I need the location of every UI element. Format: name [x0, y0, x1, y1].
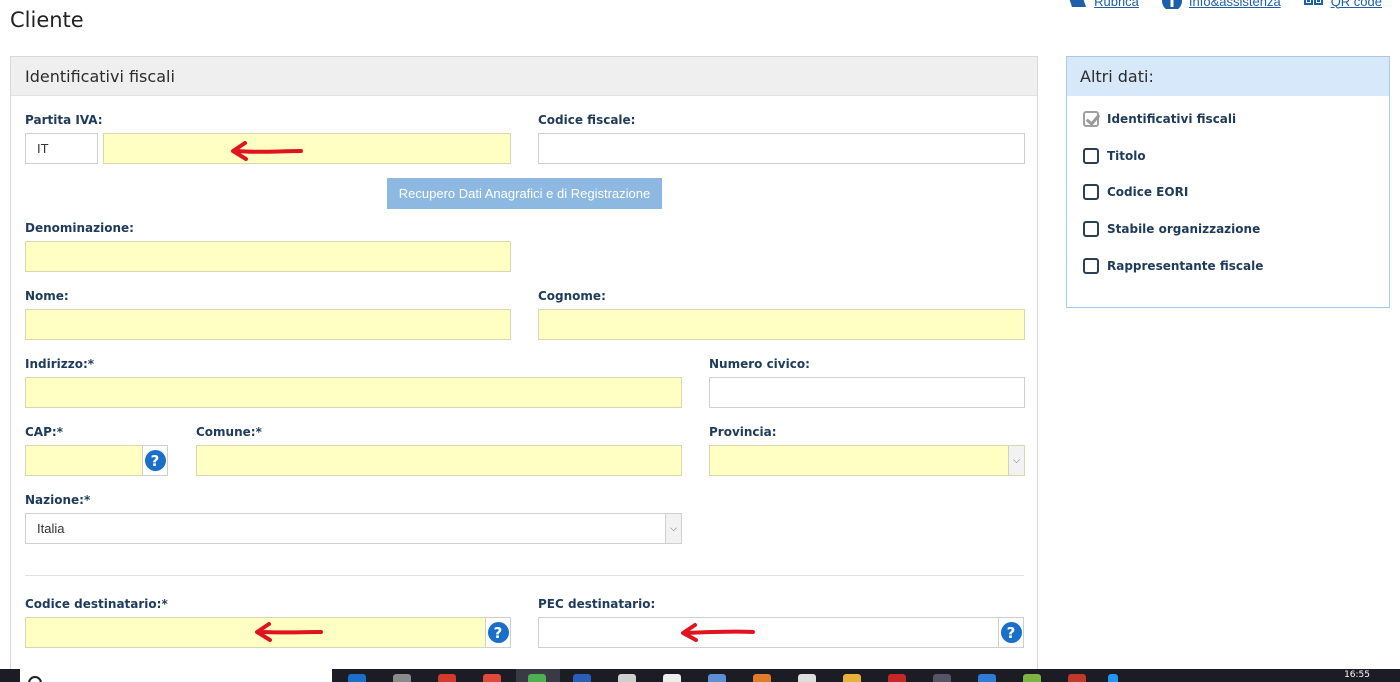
- partita-iva-label: Partita IVA:: [25, 113, 103, 127]
- indirizzo-label: Indirizzo:*: [25, 357, 95, 371]
- taskbar-app-icon[interactable]: [1023, 674, 1041, 682]
- red-arrow-annotation: [255, 622, 323, 642]
- rubrica-link[interactable]: Rubrica: [1066, 0, 1139, 9]
- altri-dati-header: Altri dati:: [1067, 57, 1389, 96]
- nome-input[interactable]: [25, 309, 511, 340]
- cognome-input[interactable]: [538, 309, 1025, 340]
- side-item-titolo[interactable]: Titolo: [1083, 148, 1146, 164]
- cap-help-button[interactable]: ?: [142, 445, 168, 476]
- info-icon: [1161, 0, 1182, 9]
- partita-iva-input[interactable]: [103, 133, 511, 164]
- codice-fiscale-input[interactable]: [538, 133, 1025, 164]
- qr-code-link[interactable]: QR code: [1303, 0, 1382, 9]
- chevron-down-icon[interactable]: ⌵: [1008, 446, 1024, 475]
- nazione-label: Nazione:*: [25, 493, 91, 507]
- red-arrow-annotation: [681, 623, 755, 642]
- taskbar-app-icon[interactable]: [978, 674, 996, 682]
- taskbar-app-icon[interactable]: [798, 674, 816, 682]
- taskbar-app-icon[interactable]: [438, 674, 456, 682]
- chevron-down-icon[interactable]: ⌵: [665, 514, 681, 543]
- denominazione-label: Denominazione:: [25, 221, 134, 235]
- pec-destinatario-input[interactable]: [538, 617, 999, 648]
- pec-destinatario-label: PEC destinatario:: [538, 597, 656, 611]
- taskbar-app-icon[interactable]: [573, 674, 591, 682]
- comune-label: Comune:*: [196, 425, 262, 439]
- qr-icon: [1303, 0, 1323, 5]
- side-item-identificativi-fiscali[interactable]: Identificativi fiscali: [1083, 111, 1236, 127]
- os-taskbar: 16:55: [0, 669, 1400, 682]
- checkbox-icon[interactable]: [1083, 258, 1099, 274]
- taskbar-app-icon[interactable]: [708, 674, 726, 682]
- taskbar-app-icon[interactable]: [618, 674, 636, 682]
- comune-input[interactable]: [196, 445, 682, 476]
- taskbar-app-icon[interactable]: [528, 674, 546, 682]
- help-icon: ?: [487, 622, 509, 643]
- taskbar-app-icon[interactable]: [483, 674, 501, 682]
- provincia-label: Provincia:: [709, 425, 777, 439]
- nome-label: Nome:: [25, 289, 69, 303]
- fiscal-identifiers-panel: Identificativi fiscali Partita IVA: IT C…: [10, 56, 1038, 682]
- taskbar-app-icon[interactable]: [1108, 674, 1118, 682]
- book-icon: [1069, 0, 1087, 7]
- codice-destinatario-help-button[interactable]: ?: [485, 617, 511, 648]
- denominazione-input[interactable]: [25, 241, 511, 272]
- taskbar-app-icon[interactable]: [663, 674, 681, 682]
- altri-dati-panel: Altri dati: Identificativi fiscali Titol…: [1066, 56, 1390, 308]
- section-divider: [25, 575, 1024, 576]
- taskbar-clock: 16:55: [1344, 670, 1370, 680]
- recupero-dati-button[interactable]: Recupero Dati Anagrafici e di Registrazi…: [387, 178, 662, 209]
- taskbar-app-icon[interactable]: [393, 674, 411, 682]
- codice-destinatario-label: Codice destinatario:*: [25, 597, 168, 611]
- indirizzo-input[interactable]: [25, 377, 682, 408]
- search-icon: [28, 676, 42, 682]
- numero-civico-label: Numero civico:: [709, 357, 810, 371]
- checkbox-icon[interactable]: [1083, 148, 1099, 164]
- checkbox-icon[interactable]: [1083, 184, 1099, 200]
- provincia-select[interactable]: ⌵: [709, 445, 1025, 476]
- help-icon: ?: [144, 450, 166, 471]
- nazione-value: Italia: [37, 521, 65, 536]
- side-item-stabile-organizzazione[interactable]: Stabile organizzazione: [1083, 221, 1260, 237]
- taskbar-app-icon[interactable]: [888, 674, 906, 682]
- checkbox-icon[interactable]: [1083, 221, 1099, 237]
- side-item-rappresentante-fiscale[interactable]: Rappresentante fiscale: [1083, 258, 1263, 274]
- pec-help-button[interactable]: ?: [998, 617, 1024, 648]
- taskbar-app-icon[interactable]: [1068, 674, 1086, 682]
- side-item-codice-eori[interactable]: Codice EORI: [1083, 184, 1188, 200]
- taskbar-app-icon[interactable]: [933, 674, 951, 682]
- taskbar-search-box[interactable]: [20, 669, 332, 682]
- nazione-select[interactable]: Italia ⌵: [25, 513, 682, 544]
- top-links: Rubrica Info&assistenza QR code: [1066, 0, 1382, 9]
- taskbar-app-icon[interactable]: [348, 674, 366, 682]
- panel-header: Identificativi fiscali: [11, 57, 1037, 96]
- checkbox-checked-icon[interactable]: [1083, 111, 1099, 127]
- partita-iva-country-input[interactable]: IT: [25, 133, 98, 164]
- help-icon: ?: [1000, 622, 1022, 643]
- page-title: Cliente: [10, 8, 84, 32]
- taskbar-app-icon[interactable]: [843, 674, 861, 682]
- codice-fiscale-label: Codice fiscale:: [538, 113, 636, 127]
- cap-label: CAP:*: [25, 425, 63, 439]
- red-arrow-annotation: [231, 141, 303, 161]
- info-assistenza-link[interactable]: Info&assistenza: [1161, 0, 1281, 9]
- cognome-label: Cognome:: [538, 289, 606, 303]
- taskbar-app-icon[interactable]: [753, 674, 771, 682]
- cap-input[interactable]: [25, 445, 143, 476]
- numero-civico-input[interactable]: [709, 377, 1025, 408]
